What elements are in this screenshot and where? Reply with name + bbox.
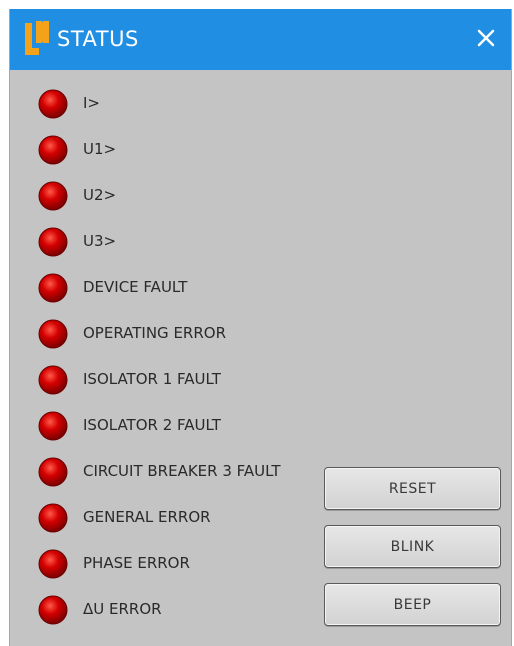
red-led-icon bbox=[38, 319, 68, 349]
status-label: U1> bbox=[83, 140, 117, 158]
red-led-icon bbox=[38, 595, 68, 625]
red-led-icon bbox=[38, 411, 68, 441]
status-row-u3: U3> bbox=[10, 222, 340, 266]
status-row-phase-error: PHASE ERROR bbox=[10, 544, 340, 588]
status-row-isolator-2-fault: ISOLATOR 2 FAULT bbox=[10, 406, 340, 450]
status-row-general-error: GENERAL ERROR bbox=[10, 498, 340, 542]
red-led-icon bbox=[38, 365, 68, 395]
status-label: ISOLATOR 1 FAULT bbox=[83, 370, 221, 388]
red-led-icon bbox=[38, 181, 68, 211]
red-led-icon bbox=[38, 89, 68, 119]
red-led-icon bbox=[38, 503, 68, 533]
status-row-u1: U1> bbox=[10, 130, 340, 174]
status-row-circuit-breaker-3-fault: CIRCUIT BREAKER 3 FAULT bbox=[10, 452, 340, 496]
red-led-icon bbox=[38, 135, 68, 165]
status-label: U3> bbox=[83, 232, 117, 250]
status-row-isolator-1-fault: ISOLATOR 1 FAULT bbox=[10, 360, 340, 404]
status-row-i: I> bbox=[10, 84, 340, 128]
status-label: PHASE ERROR bbox=[83, 554, 190, 572]
status-label: ΔU ERROR bbox=[83, 600, 162, 618]
red-led-icon bbox=[38, 457, 68, 487]
status-row-device-fault: DEVICE FAULT bbox=[10, 268, 340, 312]
status-label: U2> bbox=[83, 186, 117, 204]
beep-button[interactable]: BEEP bbox=[324, 583, 501, 626]
status-label: DEVICE FAULT bbox=[83, 278, 188, 296]
blink-button[interactable]: BLINK bbox=[324, 525, 501, 568]
red-led-icon bbox=[38, 273, 68, 303]
status-row-operating-error: OPERATING ERROR bbox=[10, 314, 340, 358]
status-row-delta-u-error: ΔU ERROR bbox=[10, 590, 340, 634]
status-label: OPERATING ERROR bbox=[83, 324, 226, 342]
status-label: I> bbox=[83, 94, 100, 112]
status-label: GENERAL ERROR bbox=[83, 508, 211, 526]
status-row-u2: U2> bbox=[10, 176, 340, 220]
title-bar: STATUS bbox=[10, 9, 511, 70]
red-led-icon bbox=[38, 227, 68, 257]
close-icon[interactable] bbox=[471, 23, 501, 53]
status-window: STATUS I> U1> U2> U3> DEVICE FAULT OPERA… bbox=[9, 9, 512, 646]
reset-button[interactable]: RESET bbox=[324, 467, 501, 510]
status-label: ISOLATOR 2 FAULT bbox=[83, 416, 221, 434]
red-led-icon bbox=[38, 549, 68, 579]
window-title: STATUS bbox=[57, 27, 139, 51]
ln-logo-icon bbox=[25, 21, 49, 55]
status-label: CIRCUIT BREAKER 3 FAULT bbox=[83, 462, 281, 480]
